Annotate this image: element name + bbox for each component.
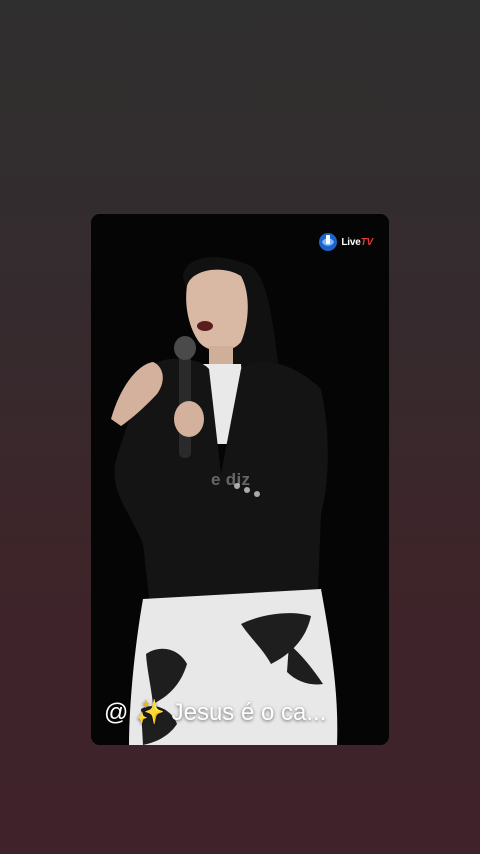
sparkle-icon: ✨ — [135, 699, 165, 726]
logo-tv-text: TV — [360, 236, 374, 248]
video-subtitle-overlay: e diz — [211, 470, 251, 489]
globe-logo-icon — [319, 233, 338, 251]
caption-handle: @ — [104, 699, 129, 726]
story-caption[interactable]: @ ✨ Jesus é o ca... — [104, 698, 326, 727]
live-tv-logo: LiveTV — [318, 232, 373, 252]
caption-text: Jesus é o ca... — [171, 699, 327, 726]
logo-wordmark: LiveTV — [341, 237, 373, 248]
logo-live-text: Live — [341, 236, 361, 248]
story-video-card[interactable]: LiveTV e diz — [91, 214, 389, 745]
story-viewer-background: { "story": { "logo_text": "Live", "logo_… — [0, 0, 480, 854]
